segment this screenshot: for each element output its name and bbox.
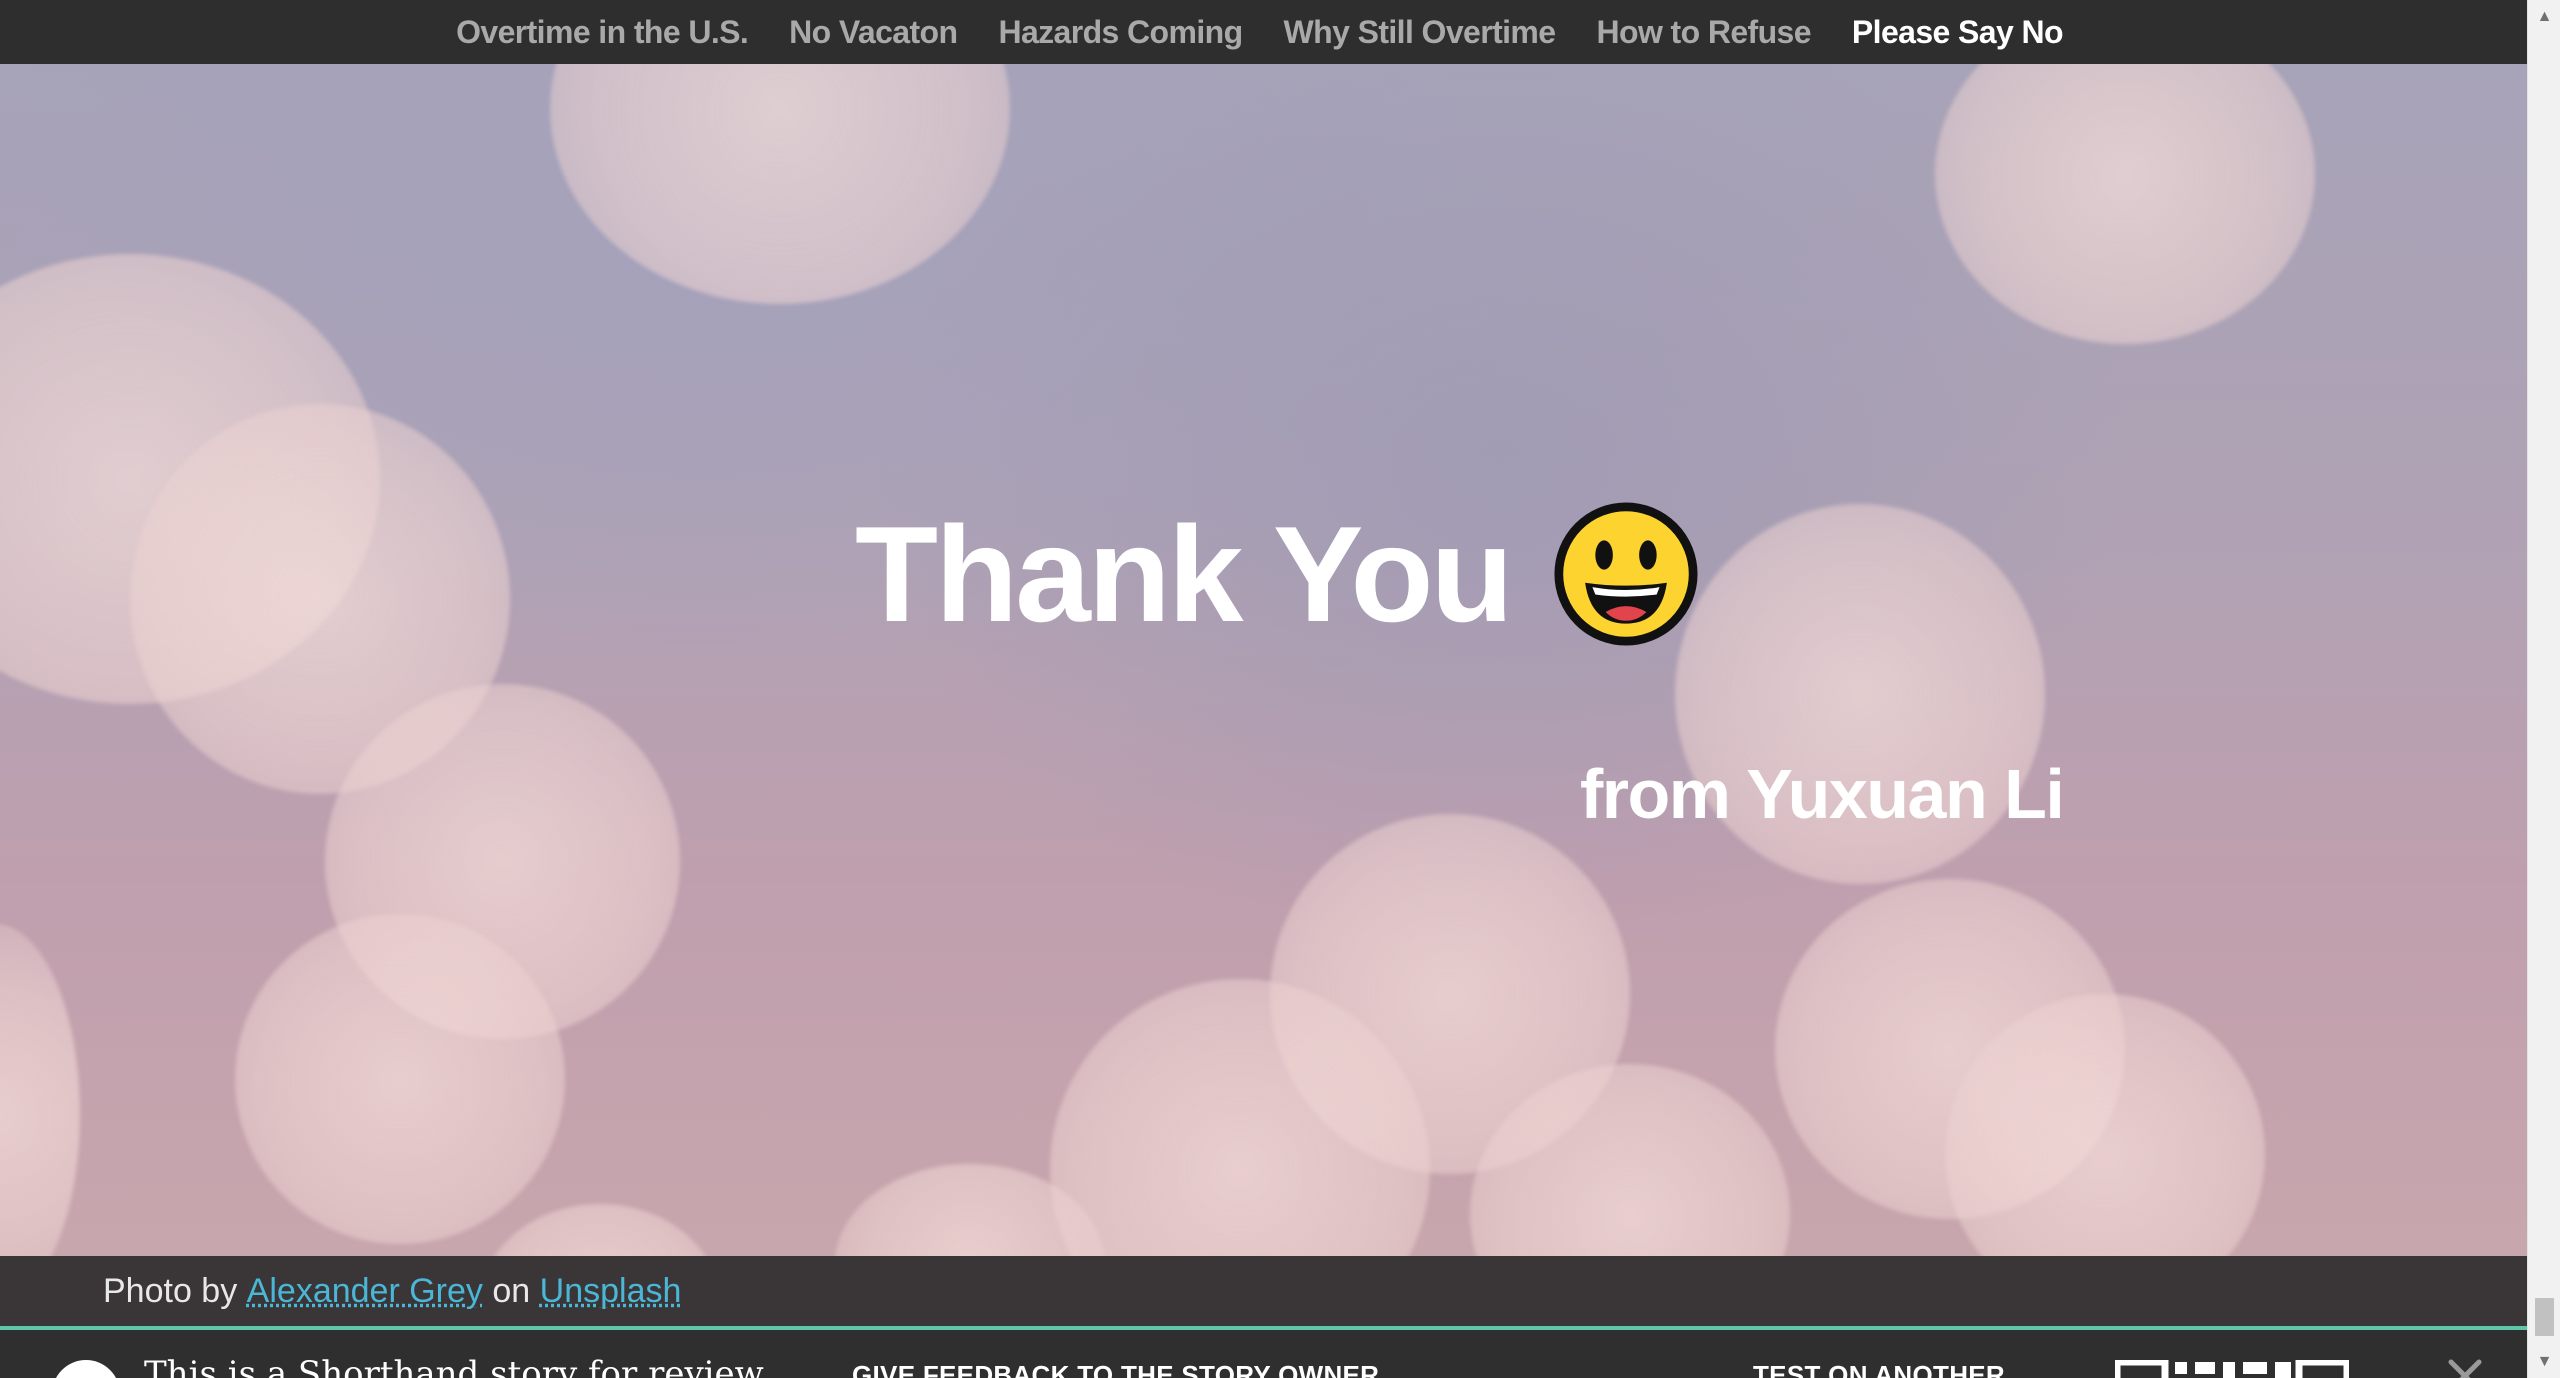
nav-item-please-say-no[interactable]: Please Say No (1852, 14, 2064, 51)
scroll-down-arrow-icon[interactable]: ▼ (2528, 1345, 2560, 1378)
top-navigation: Overtime in the U.S. No Vacaton Hazards … (0, 0, 2527, 64)
credit-site-link[interactable]: Unsplash (540, 1272, 682, 1311)
close-icon[interactable] (2445, 1356, 2485, 1378)
bokeh-light (1935, 64, 2315, 344)
photo-credit-bar: Photo by Alexander Grey on Unsplash (0, 1256, 2527, 1326)
credit-author-link[interactable]: Alexander Grey (247, 1272, 483, 1311)
nav-item-hazards-coming[interactable]: Hazards Coming (998, 14, 1243, 51)
credit-prefix: Photo by (103, 1271, 238, 1310)
nav-item-no-vacaton[interactable]: No Vacaton (789, 14, 958, 51)
credit-joiner: on (492, 1271, 531, 1310)
hero-section: Thank You from Yuxuan Li (0, 64, 2527, 1256)
bokeh-light (480, 1204, 720, 1256)
hero-subtitle: from Yuxuan Li (1580, 755, 2065, 833)
nav-item-why-still-overtime[interactable]: Why Still Overtime (1284, 14, 1557, 51)
hero-title: Thank You (855, 501, 1699, 647)
shorthand-logo-icon (52, 1360, 120, 1378)
nav-item-overtime-in-the-us[interactable]: Overtime in the U.S. (456, 14, 749, 51)
qr-code-icon (2115, 1360, 2349, 1378)
bokeh-light (0, 924, 80, 1256)
review-bar: This is a Shorthand story for review GIV… (0, 1326, 2527, 1378)
test-on-another-link[interactable]: TEST ON ANOTHER (1753, 1360, 2005, 1378)
bokeh-light (235, 914, 565, 1244)
review-message: This is a Shorthand story for review (144, 1354, 764, 1378)
scroll-thumb[interactable] (2535, 1298, 2554, 1336)
bokeh-light (550, 64, 1010, 304)
vertical-scrollbar[interactable]: ▲ ▼ (2527, 0, 2560, 1378)
hero-title-text: Thank You (855, 498, 1514, 650)
grinning-face-icon (1554, 502, 1698, 646)
browser-viewport: Overtime in the U.S. No Vacaton Hazards … (0, 0, 2560, 1378)
scroll-up-arrow-icon[interactable]: ▲ (2528, 0, 2560, 33)
nav-item-how-to-refuse[interactable]: How to Refuse (1596, 14, 1811, 51)
give-feedback-link[interactable]: GIVE FEEDBACK TO THE STORY OWNER (852, 1360, 1379, 1378)
